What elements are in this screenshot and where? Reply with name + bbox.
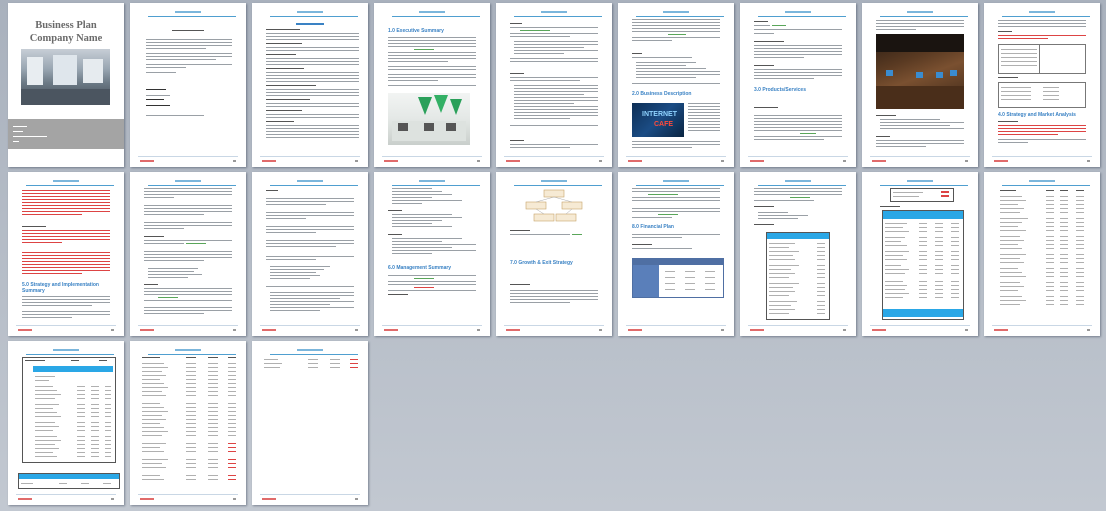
document-page-7[interactable]: 3.0 Products/Services [740, 3, 856, 167]
balance-sheet-table [140, 355, 240, 489]
document-page-5[interactable] [496, 3, 612, 167]
section-heading: 1.0 Executive Summary [388, 28, 444, 34]
internet-cafe-photo: INTERNET CAFE [632, 103, 684, 137]
document-page-11[interactable] [130, 172, 246, 336]
projected-cash-flow-table [766, 232, 830, 320]
ratios-table [262, 357, 362, 369]
document-page-12[interactable] [252, 172, 368, 336]
section-heading: 7.0 Growth & Exit Strategy [510, 260, 573, 266]
document-page-17[interactable] [862, 172, 978, 336]
document-page-10[interactable]: 5.0 Strategy and Implementation Summary [8, 172, 124, 336]
document-page-19[interactable] [8, 341, 124, 505]
document-page-2[interactable] [130, 3, 246, 167]
market-table [998, 44, 1086, 74]
document-page-6[interactable]: 2.0 Business Description INTERNET CAFE [618, 3, 734, 167]
document-page-18[interactable] [984, 172, 1100, 336]
document-page-20[interactable] [130, 341, 246, 505]
break-even-table [882, 210, 964, 320]
section-heading: 2.0 Business Description [632, 91, 692, 97]
document-page-14[interactable]: 7.0 Growth & Exit Strategy [496, 172, 612, 336]
cover-title-line2: Company Name [29, 33, 103, 44]
section-heading: 4.0 Strategy and Market Analysis [998, 112, 1076, 118]
section-heading: 6.0 Management Summary [388, 265, 452, 271]
document-page-1[interactable]: Business Plan Company Name [8, 3, 124, 167]
section-heading: 3.0 Products/Services [754, 87, 806, 93]
document-page-3[interactable] [252, 3, 368, 167]
competitor-table [998, 82, 1086, 108]
document-page-15[interactable]: 8.0 Financial Plan [618, 172, 734, 336]
financial-summary-table [632, 258, 724, 298]
document-page-13[interactable]: 6.0 Management Summary [374, 172, 490, 336]
profit-loss-summary-table [890, 188, 954, 202]
document-page-16[interactable] [740, 172, 856, 336]
section-heading: 5.0 Strategy and Implementation Summary [22, 282, 99, 294]
projected-profit-loss-table [22, 357, 116, 463]
cover-info-band [8, 119, 124, 149]
summary-table [18, 473, 120, 489]
pro-forma-balance-table [998, 188, 1088, 316]
section-heading: 8.0 Financial Plan [632, 224, 674, 230]
document-page-9[interactable]: 4.0 Strategy and Market Analysis [984, 3, 1100, 167]
office-photo [388, 93, 470, 145]
internet-cafe-interior-photo [876, 34, 964, 109]
cover-photo [21, 49, 110, 105]
document-page-8[interactable] [862, 3, 978, 167]
cover-title-line1: Business Plan [35, 20, 97, 31]
document-page-4[interactable]: 1.0 Executive Summary [374, 3, 490, 167]
document-page-21[interactable] [252, 341, 368, 505]
